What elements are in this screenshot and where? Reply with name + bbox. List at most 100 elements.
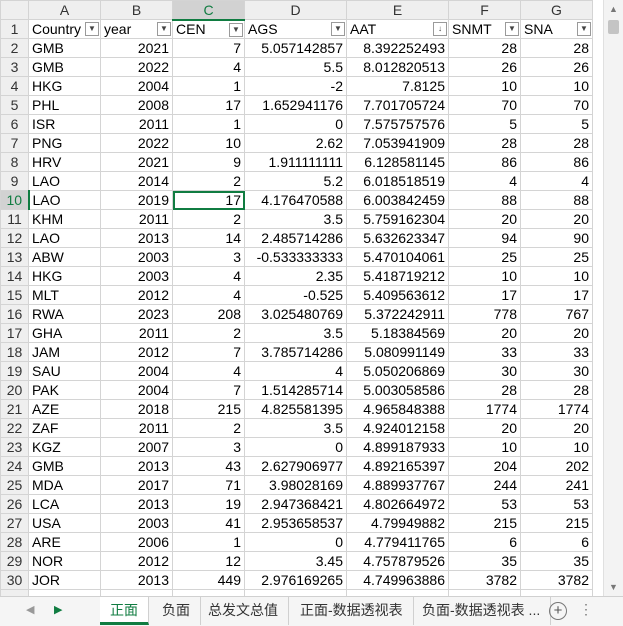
cell-snmt[interactable]: 30 xyxy=(448,361,521,381)
cell-year[interactable]: 2003 xyxy=(100,513,173,533)
cell-sna[interactable]: 26 xyxy=(520,57,593,77)
cell-country[interactable]: ZAF xyxy=(28,418,101,438)
cell-snmt[interactable]: 35 xyxy=(448,551,521,571)
sheet-tab-2[interactable]: 总发文总值 xyxy=(198,597,289,625)
cell-year[interactable]: 2004 xyxy=(100,76,173,96)
cell-year[interactable]: 2008 xyxy=(100,95,173,115)
row-header[interactable]: 14 xyxy=(0,266,29,286)
row-header[interactable]: 13 xyxy=(0,247,29,267)
cell-ags[interactable]: 2.35 xyxy=(244,266,347,286)
cell-sna[interactable]: 86 xyxy=(520,152,593,172)
cell-aat[interactable]: 5.050206869 xyxy=(346,361,449,381)
row-header[interactable]: 30 xyxy=(0,570,29,590)
cell-ags[interactable]: 5.5 xyxy=(244,57,347,77)
cell-aat[interactable]: 6.003842459 xyxy=(346,190,449,210)
row-header[interactable]: 24 xyxy=(0,456,29,476)
next-sheet-icon[interactable]: ▶ xyxy=(54,603,62,616)
row-header[interactable]: 20 xyxy=(0,380,29,400)
cell-aat[interactable]: 4.899187933 xyxy=(346,437,449,457)
more-options-icon[interactable]: ⋮ xyxy=(579,601,593,618)
scrollbar-thumb[interactable] xyxy=(608,20,619,34)
row-header[interactable]: 5 xyxy=(0,95,29,115)
filter-dropdown-icon[interactable]: ▼ xyxy=(157,22,171,36)
row-header[interactable]: 6 xyxy=(0,114,29,134)
cell-snmt[interactable]: 28 xyxy=(448,380,521,400)
cell-year[interactable]: 2004 xyxy=(100,361,173,381)
sheet-tab-3[interactable]: 正面-数据透视表 xyxy=(290,597,414,625)
cell-ags[interactable]: 3.5 xyxy=(244,418,347,438)
cell-cen[interactable]: 1 xyxy=(172,114,245,134)
cell-ags[interactable]: 5.057142857 xyxy=(244,38,347,58)
cell-country[interactable]: LAO xyxy=(28,190,101,210)
filter-dropdown-icon[interactable]: ▼ xyxy=(505,22,519,36)
cell-year[interactable]: 2019 xyxy=(100,190,173,210)
cell-aat[interactable]: 7.575757576 xyxy=(346,114,449,134)
row-header[interactable]: 17 xyxy=(0,323,29,343)
cell-cen[interactable]: 17 xyxy=(172,190,245,210)
row-header[interactable]: 4 xyxy=(0,76,29,96)
cell-aat[interactable]: 5.418719212 xyxy=(346,266,449,286)
cell-year[interactable]: 2004 xyxy=(100,380,173,400)
cell-snmt[interactable]: 10 xyxy=(448,266,521,286)
cell-snmt[interactable]: 94 xyxy=(448,228,521,248)
cell-cen[interactable]: 2 xyxy=(172,418,245,438)
cell-country[interactable]: LAO xyxy=(28,171,101,191)
cell-sna[interactable]: 35 xyxy=(520,551,593,571)
cell-ags[interactable]: 2.953658537 xyxy=(244,513,347,533)
cell-cen[interactable]: 19 xyxy=(172,494,245,514)
cell-cen[interactable]: 4 xyxy=(172,285,245,305)
cell-cen[interactable]: 14 xyxy=(172,228,245,248)
cell-snmt[interactable]: 3782 xyxy=(448,570,521,590)
cell-aat[interactable]: 4.892165397 xyxy=(346,456,449,476)
cell-snmt[interactable]: 204 xyxy=(448,456,521,476)
cell-cen[interactable]: 7 xyxy=(172,38,245,58)
cell-country[interactable]: JOR xyxy=(28,570,101,590)
cell-sna[interactable]: 33 xyxy=(520,342,593,362)
cell-cen[interactable]: 7 xyxy=(172,380,245,400)
cell-aat[interactable]: 8.392252493 xyxy=(346,38,449,58)
cell-country[interactable]: KHM xyxy=(28,209,101,229)
data-table[interactable]: ABCDEFG 1 Country ▼ year ▼ CEN ▼ AGS ▼ AAT ↓ … xyxy=(0,0,593,596)
cell-cen[interactable]: 4 xyxy=(172,361,245,381)
cell-cen[interactable]: 12 xyxy=(172,551,245,571)
cell-country[interactable]: USA xyxy=(28,513,101,533)
cell-year[interactable]: 2013 xyxy=(100,228,173,248)
cell-cen[interactable]: 2 xyxy=(172,171,245,191)
cell-snmt[interactable]: 33 xyxy=(448,342,521,362)
row-header[interactable]: 10 xyxy=(0,190,30,210)
header-ags[interactable]: AGS ▼ xyxy=(244,19,347,39)
column-header-b[interactable]: B xyxy=(100,0,173,20)
cell-snmt[interactable]: 28 xyxy=(448,38,521,58)
cell-snmt[interactable]: 10 xyxy=(448,76,521,96)
row-header[interactable]: 19 xyxy=(0,361,29,381)
cell-snmt[interactable]: 26 xyxy=(448,57,521,77)
cell-year[interactable]: 2011 xyxy=(100,209,173,229)
cell-snmt[interactable]: 88 xyxy=(448,190,521,210)
cell-aat[interactable]: 7.701705724 xyxy=(346,95,449,115)
cell-aat[interactable]: 4.79949882 xyxy=(346,513,449,533)
filter-dropdown-icon[interactable]: ▼ xyxy=(85,22,99,36)
cell-year[interactable]: 2022 xyxy=(100,57,173,77)
cell-ags[interactable]: 4 xyxy=(244,361,347,381)
cell-aat[interactable]: 6.018518519 xyxy=(346,171,449,191)
cell-ags[interactable]: 3.5 xyxy=(244,323,347,343)
cell-snmt[interactable]: 244 xyxy=(448,475,521,495)
cell-sna[interactable]: 1774 xyxy=(520,399,593,419)
cell-snmt[interactable]: 25 xyxy=(448,247,521,267)
cell-ags[interactable]: 2.627906977 xyxy=(244,456,347,476)
cell-ags[interactable]: 0 xyxy=(244,437,347,457)
row-header[interactable]: 29 xyxy=(0,551,29,571)
spreadsheet-grid[interactable]: ABCDEFG 1 Country ▼ year ▼ CEN ▼ AGS ▼ AAT ↓ … xyxy=(0,0,603,596)
cell-aat[interactable]: 4.889937767 xyxy=(346,475,449,495)
cell-ags[interactable]: 4.825581395 xyxy=(244,399,347,419)
cell-cen[interactable]: 43 xyxy=(172,456,245,476)
cell-aat[interactable]: 4.965848388 xyxy=(346,399,449,419)
cell-snmt[interactable]: 17 xyxy=(448,285,521,305)
cell-ags[interactable]: 2.485714286 xyxy=(244,228,347,248)
cell-cen[interactable]: 3 xyxy=(172,247,245,267)
cell-aat[interactable]: 5.18384569 xyxy=(346,323,449,343)
cell-ags[interactable]: -2 xyxy=(244,76,347,96)
row-header[interactable]: 21 xyxy=(0,399,29,419)
cell-sna[interactable]: 17 xyxy=(520,285,593,305)
cell-sna[interactable]: 3782 xyxy=(520,570,593,590)
